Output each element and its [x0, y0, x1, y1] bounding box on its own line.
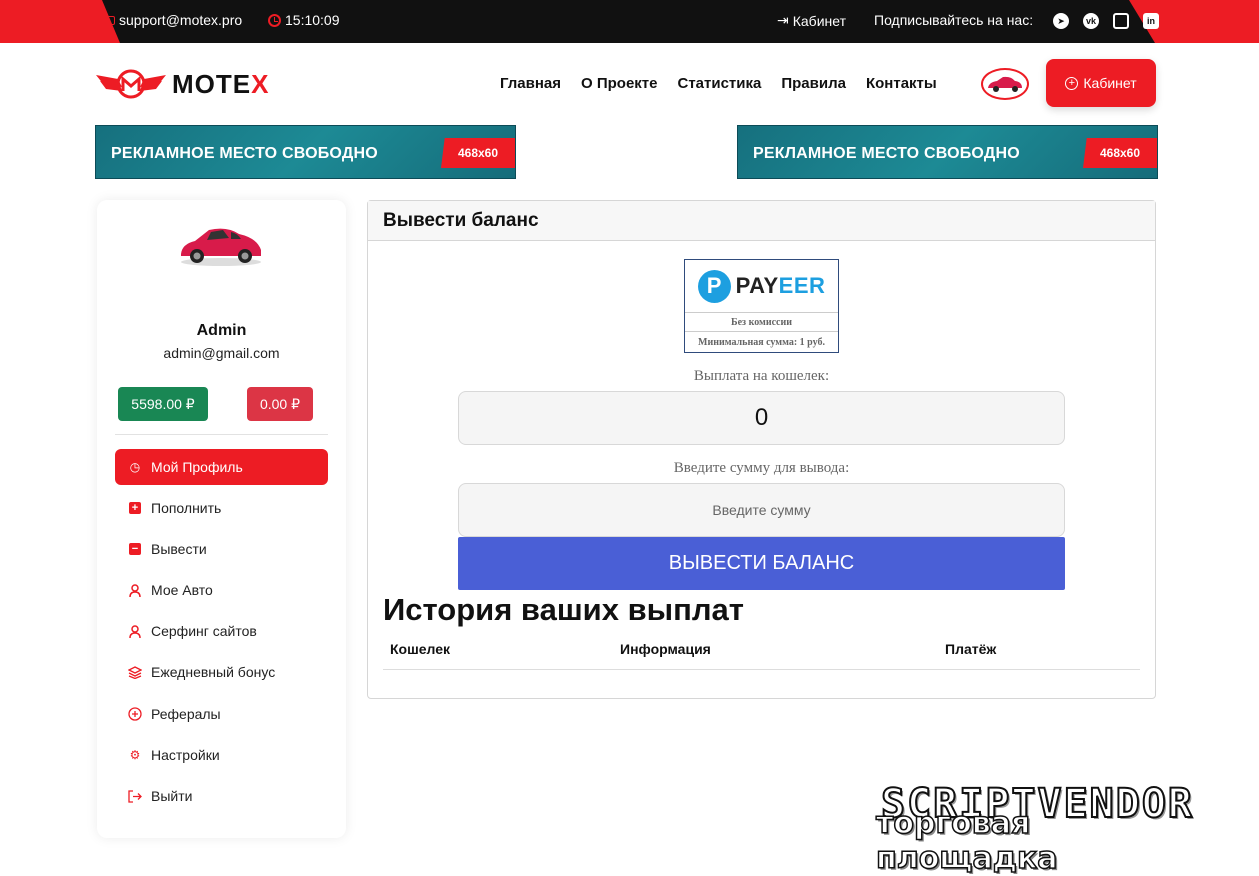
watermark-line2: торговая площадка	[875, 805, 1058, 876]
payeer-commission: Без комиссии	[685, 313, 838, 332]
logo[interactable]: MOTEX	[96, 67, 269, 101]
withdraw-button[interactable]: ВЫВЕСТИ БАЛАНС	[458, 537, 1065, 590]
sidebar-item-referrals[interactable]: Рефералы	[115, 696, 328, 732]
main-nav: Главная О Проекте Статистика Правила Кон…	[500, 75, 937, 92]
sidebar-item-label: Мое Авто	[151, 582, 213, 598]
envelope-icon	[104, 15, 115, 25]
support-email[interactable]: support@motex.pro	[104, 12, 242, 28]
social-links: ➤ vk in	[1053, 13, 1159, 29]
payeer-logo: P PAYEER	[685, 260, 838, 313]
user-icon	[128, 624, 142, 638]
vk-icon[interactable]: vk	[1083, 13, 1099, 29]
clock-time: 15:10:09	[285, 12, 340, 28]
topbar-cabinet-link[interactable]: ⇥ Кабинет	[777, 12, 846, 29]
logo-text: MOTEX	[172, 68, 270, 99]
sidebar-item-logout[interactable]: Выйти	[115, 778, 328, 814]
topbar-cabinet-label: Кабинет	[792, 12, 846, 29]
subscribe-label: Подписывайтесь на нас:	[874, 12, 1034, 28]
top-bar: support@motex.pro 15:10:09 ⇥ Кабинет Под…	[0, 0, 1259, 43]
sidebar-item-withdraw[interactable]: − Вывести	[115, 531, 328, 567]
telegram-icon[interactable]: ➤	[1053, 13, 1069, 29]
nav-statistics[interactable]: Статистика	[678, 75, 762, 92]
ad-banner-size: 468x60	[441, 138, 515, 168]
nav-contacts[interactable]: Контакты	[866, 75, 937, 92]
history-col-payment: Платёж	[945, 641, 997, 657]
ad-banner-text: РЕКЛАМНОЕ МЕСТО СВОБОДНО	[111, 145, 378, 162]
layers-icon	[128, 665, 142, 679]
instagram-icon[interactable]	[1113, 13, 1129, 29]
profile-sidebar: Admin admin@gmail.com 5598.00 ₽ 0.00 ₽ ◷…	[97, 200, 346, 838]
amount-label: Введите сумму для вывода:	[673, 460, 850, 476]
ad-banner-left[interactable]: РЕКЛАМНОЕ МЕСТО СВОБОДНО 468x60	[95, 125, 516, 179]
sidebar-divider	[115, 434, 328, 435]
wallet-field[interactable]: 0	[458, 391, 1065, 445]
sidebar-item-deposit[interactable]: + Пополнить	[115, 490, 328, 526]
nav-rules[interactable]: Правила	[781, 75, 846, 92]
cabinet-button[interactable]: + Кабинет	[1046, 59, 1156, 107]
car-icon	[988, 76, 1022, 92]
ad-banner-text: РЕКЛАМНОЕ МЕСТО СВОБОДНО	[753, 145, 1020, 162]
sidebar-item-label: Выйти	[151, 788, 193, 804]
payeer-min-sum: Минимальная сумма: 1 руб.	[698, 336, 825, 348]
amount-input[interactable]	[459, 484, 1064, 536]
sidebar-item-label: Вывести	[151, 541, 207, 557]
sidebar-item-daily-bonus[interactable]: Ежедневный бонус	[115, 654, 328, 690]
dashboard-icon: ◷	[129, 460, 141, 474]
withdraw-card: Вывести баланс P PAYEER Без комиссии Мин…	[367, 200, 1156, 699]
wallet-label: Выплата на кошелек:	[693, 368, 830, 384]
user-car-avatar[interactable]	[981, 68, 1029, 100]
profile-email: admin@gmail.com	[163, 345, 280, 361]
sidebar-item-settings[interactable]: ⚙ Настройки	[115, 737, 328, 773]
history-col-wallet: Кошелек	[390, 641, 451, 657]
login-icon: ⇥	[777, 12, 789, 28]
sidebar-item-label: Серфинг сайтов	[151, 623, 257, 639]
sidebar-item-label: Ежедневный бонус	[151, 664, 276, 680]
payeer-p-icon: P	[697, 269, 731, 303]
logo-wings-icon	[96, 69, 166, 99]
nav-home[interactable]: Главная	[500, 75, 561, 92]
scriptvendor-watermark: SCRIPTVENDOR торговая площадка	[830, 780, 1245, 876]
minus-square-icon: −	[128, 542, 142, 556]
payeer-wordmark: PAYEER	[735, 273, 826, 298]
history-title: История ваших выплат	[383, 592, 744, 627]
support-email-text: support@motex.pro	[119, 12, 243, 28]
ad-banner-size: 468x60	[1083, 138, 1157, 168]
gear-icon: ⚙	[129, 748, 141, 762]
sidebar-item-label: Рефералы	[151, 706, 221, 722]
alarm-clock-icon	[268, 13, 281, 27]
clock: 15:10:09	[268, 12, 340, 28]
sidebar-item-label: Мой Профиль	[151, 459, 243, 475]
sidebar-item-label: Пополнить	[151, 500, 222, 516]
sidebar-item-profile[interactable]: ◷ Мой Профиль	[115, 449, 328, 485]
payeer-payment-option[interactable]: P PAYEER Без комиссии Минимальная сумма:…	[684, 259, 839, 353]
nav-about[interactable]: О Проекте	[581, 75, 657, 92]
sidebar-item-label: Настройки	[151, 747, 220, 763]
sidebar-item-surfing[interactable]: Серфинг сайтов	[115, 613, 328, 649]
profile-name: Admin	[196, 322, 247, 339]
sidebar-item-my-car[interactable]: Мое Авто	[115, 572, 328, 608]
ad-banner-right[interactable]: РЕКЛАМНОЕ МЕСТО СВОБОДНО 468x60	[737, 125, 1158, 179]
user-icon	[128, 583, 142, 597]
linkedin-icon[interactable]: in	[1143, 13, 1159, 29]
history-table-header: Кошелек Информация Платёж	[383, 633, 1140, 670]
plus-circle-icon	[128, 707, 142, 721]
topbar-accent-left	[0, 0, 120, 43]
logout-icon	[128, 789, 142, 803]
plus-square-icon: +	[128, 501, 142, 515]
cabinet-button-label: Кабинет	[1083, 75, 1137, 91]
amount-field-wrap	[458, 483, 1065, 537]
withdraw-balance-badge: 0.00 ₽	[247, 387, 313, 421]
page-title: Вывести баланс	[368, 201, 1155, 241]
site-header: MOTEX Главная О Проекте Статистика Прави…	[0, 43, 1259, 125]
profile-car-image	[181, 228, 261, 266]
history-col-info: Информация	[620, 641, 711, 657]
plus-circle-icon: +	[1065, 76, 1079, 90]
main-balance-badge: 5598.00 ₽	[118, 387, 208, 421]
